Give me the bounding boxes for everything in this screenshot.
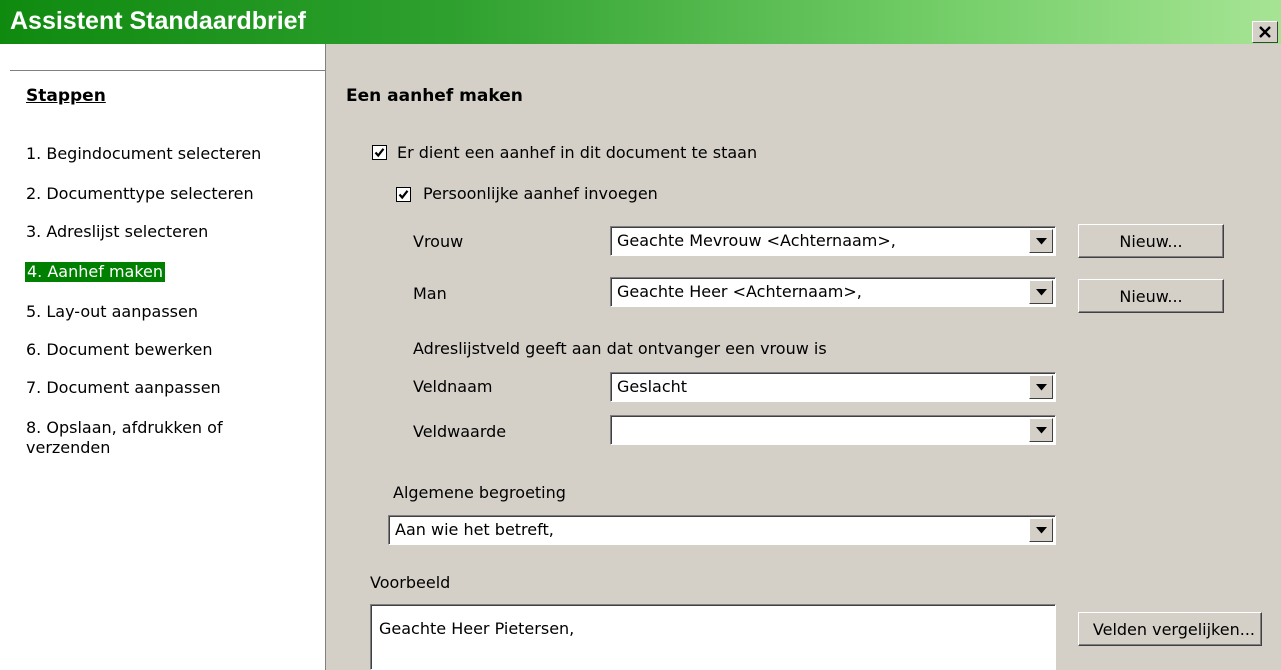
general-salutation-value: Aan wie het betreft, [395,520,554,539]
match-fields-button[interactable]: Velden vergelijken... [1078,612,1262,646]
match-fields-label: Velden vergelijken... [1092,619,1255,639]
steps-sidebar: Stappen 1. Begindocument selecteren 2. D… [0,44,326,670]
title-bar: Assistent Standaardbrief [0,0,1281,44]
checkmark-icon [398,190,409,200]
close-icon [1259,26,1271,38]
male-new-button[interactable]: Nieuw... [1078,279,1224,313]
preview-label: Voorbeeld [370,573,451,592]
chevron-down-icon [1035,426,1047,433]
male-salutation-select[interactable]: Geachte Heer <Achternaam>, [610,277,1056,307]
male-salutation-value: Geachte Heer <Achternaam>, [617,282,862,301]
female-salutation-select[interactable]: Geachte Mevrouw <Achternaam>, [610,226,1056,256]
general-salutation-select[interactable]: Aan wie het betreft, [388,515,1056,545]
dropdown-button[interactable] [1029,418,1053,442]
chevron-down-icon [1035,526,1047,533]
address-field-note: Adreslijstveld geeft aan dat ontvanger e… [413,339,827,358]
steps-heading: Stappen [26,86,106,106]
field-name-label: Veldnaam [413,377,493,396]
step-1[interactable]: 1. Begindocument selecteren [26,144,261,164]
dropdown-button[interactable] [1029,518,1053,542]
close-button[interactable] [1252,21,1278,43]
step-4-active[interactable]: 4. Aanhef maken [25,262,166,282]
dropdown-button[interactable] [1029,280,1053,304]
step-2[interactable]: 2. Documenttype selecteren [26,184,254,204]
preview-text: Geachte Heer Pietersen, [379,619,575,638]
checkmark-icon [374,148,385,158]
step-5[interactable]: 5. Lay-out aanpassen [26,302,198,322]
personal-salutation-checkbox[interactable] [396,187,411,202]
field-value-select[interactable] [610,415,1056,445]
window-title: Assistent Standaardbrief [10,7,306,35]
general-salutation-label: Algemene begroeting [393,483,566,502]
step-7[interactable]: 7. Document aanpassen [26,378,221,398]
dropdown-button[interactable] [1029,229,1053,253]
dropdown-button[interactable] [1029,375,1053,399]
step-8[interactable]: 8. Opslaan, afdrukken of verzenden [26,418,306,458]
step-3[interactable]: 3. Adreslijst selecteren [26,222,208,242]
female-label: Vrouw [413,232,464,251]
page-title: Een aanhef maken [346,86,523,106]
chevron-down-icon [1035,288,1047,295]
include-salutation-checkbox[interactable] [372,145,387,160]
include-salutation-label[interactable]: Er dient een aanhef in dit document te s… [397,143,757,163]
female-new-button[interactable]: Nieuw... [1078,224,1224,258]
field-value-label: Veldwaarde [413,422,507,441]
field-name-value: Geslacht [617,377,688,396]
step-6[interactable]: 6. Document bewerken [26,340,213,360]
field-name-select[interactable]: Geslacht [610,372,1056,402]
chevron-down-icon [1035,237,1047,244]
sidebar-divider [10,70,326,71]
preview-box: Geachte Heer Pietersen, [370,604,1056,670]
female-salutation-value: Geachte Mevrouw <Achternaam>, [617,231,896,250]
personal-salutation-label[interactable]: Persoonlijke aanhef invoegen [423,184,658,204]
chevron-down-icon [1035,383,1047,390]
male-label: Man [413,284,447,303]
